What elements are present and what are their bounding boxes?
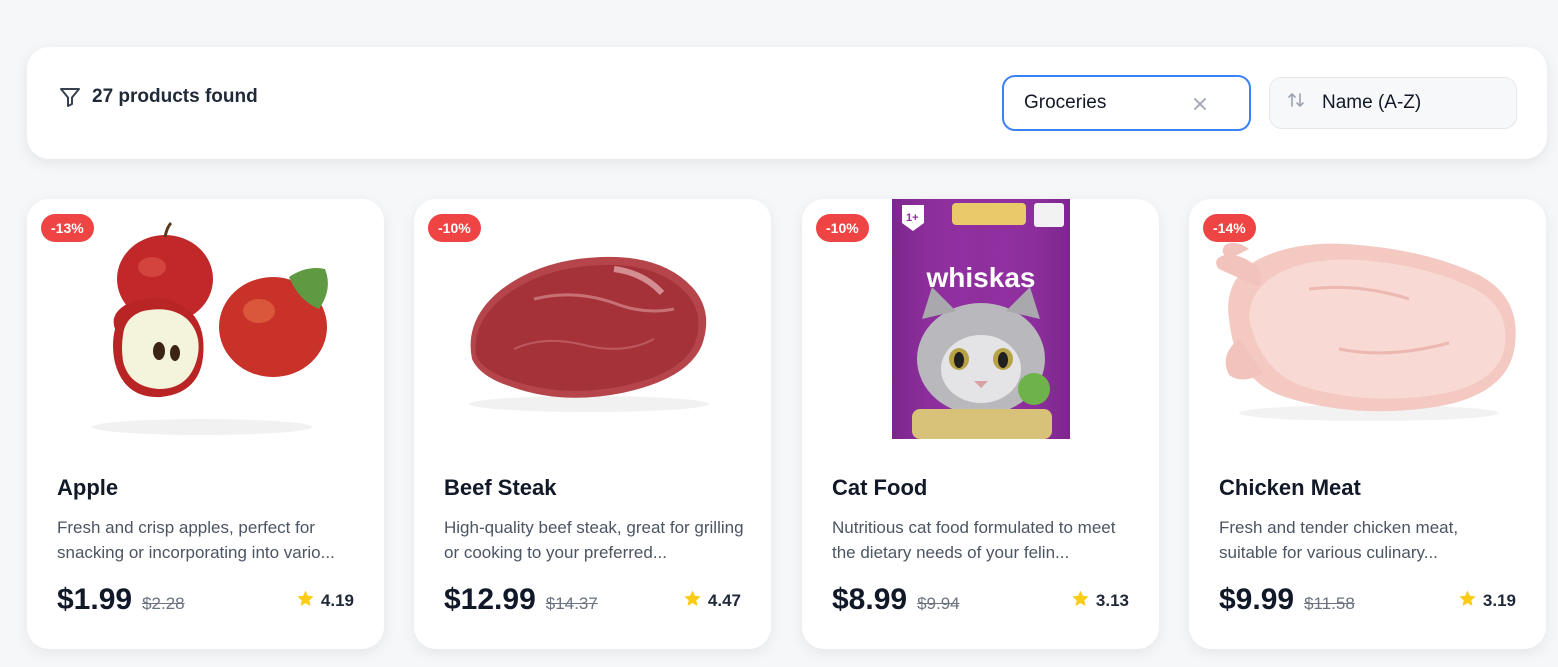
sort-select[interactable]: Name (A-Z) [1269,77,1517,129]
sort-selected-label: Name (A-Z) [1322,92,1422,113]
price-row: $12.99 $14.37 [444,583,598,617]
rating-value: 4.19 [320,591,354,610]
price-row: $8.99 $9.94 [832,583,960,617]
product-title[interactable]: Apple [57,475,118,501]
original-price: $11.58 [1304,594,1355,613]
product-price: $8.99 [832,583,908,616]
product-title[interactable]: Chicken Meat [1219,475,1361,501]
results-summary: 27 products found [58,85,258,109]
product-card-cat-food[interactable]: -10% 1+ whiskas Cat Food Nutritious cat … [802,199,1159,649]
star-icon [296,589,315,613]
product-card-apple[interactable]: -13% Apple Fresh and crisp apples, perfe… [27,199,384,649]
product-card-beef-steak[interactable]: -10% Beef Steak High-quality beef steak,… [414,199,771,649]
filter-icon[interactable] [58,85,82,109]
original-price: $2.28 [142,594,185,613]
price-row: $1.99 $2.28 [57,583,185,617]
rating: 4.19 [296,589,354,613]
discount-badge: -10% [428,214,481,242]
product-card-chicken-meat[interactable]: -14% Chicken Meat Fresh and tender chick… [1189,199,1546,649]
package-brand: whiskas [926,262,1036,293]
product-description: Nutritious cat food formulated to meet t… [832,518,1116,562]
rating: 3.13 [1071,589,1129,613]
svg-text:1+: 1+ [906,212,919,224]
rating: 4.47 [683,589,741,613]
search-box[interactable] [1002,75,1251,131]
toolbar: 27 products found Name (A-Z) [27,47,1547,159]
product-price: $12.99 [444,583,536,616]
original-price: $9.94 [917,594,960,613]
star-icon [1071,589,1090,613]
discount-badge: -10% [816,214,869,242]
discount-badge: -14% [1203,214,1256,242]
rating-value: 3.13 [1095,591,1129,610]
star-icon [1458,589,1477,613]
rating: 3.19 [1458,589,1516,613]
product-price: $9.99 [1219,583,1295,616]
product-price: $1.99 [57,583,133,616]
rating-value: 4.47 [707,591,741,610]
results-count: 27 products found [92,86,258,107]
discount-badge: -13% [41,214,94,242]
product-description: Fresh and crisp apples, perfect for snac… [57,518,335,562]
rating-value: 3.19 [1482,591,1516,610]
product-title[interactable]: Beef Steak [444,475,557,501]
star-icon [683,589,702,613]
product-title[interactable]: Cat Food [832,475,927,501]
product-description: High-quality beef steak, great for grill… [444,518,744,562]
search-input[interactable] [1024,92,1184,114]
original-price: $14.37 [545,594,598,613]
sort-icon [1286,90,1306,116]
product-description: Fresh and tender chicken meat, suitable … [1219,518,1459,562]
clear-search-icon[interactable] [1191,95,1209,113]
price-row: $9.99 $11.58 [1219,583,1355,617]
